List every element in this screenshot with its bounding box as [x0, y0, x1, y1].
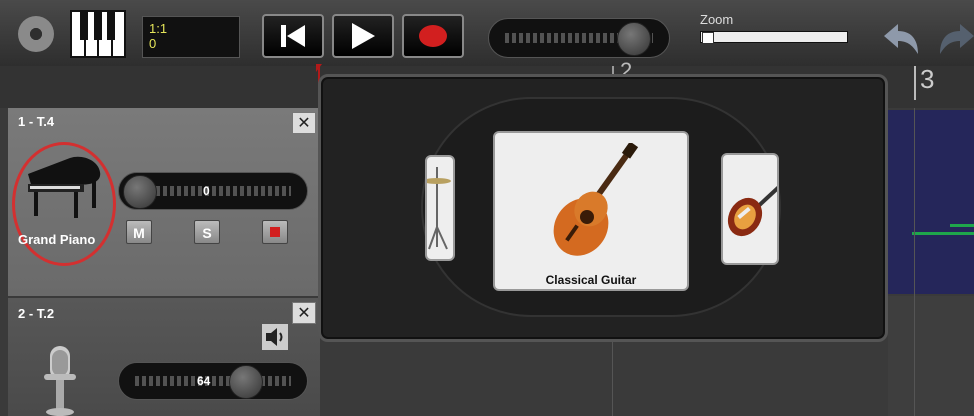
drum-kit-icon — [427, 167, 451, 250]
track-1-volume-slider[interactable]: 0 — [118, 172, 308, 210]
track-2-region[interactable] — [888, 296, 974, 416]
play-button[interactable] — [332, 14, 394, 58]
toolbar: 1:1 0 Zoom — [0, 0, 974, 66]
play-icon — [352, 23, 375, 49]
zoom-slider-thumb[interactable] — [702, 32, 714, 44]
track-2-close-button[interactable]: ✕ — [292, 302, 316, 324]
track-1-record-arm-button[interactable] — [262, 220, 288, 244]
position-measure: 1:1 — [149, 21, 168, 36]
track-1-region[interactable] — [888, 110, 974, 294]
grand-piano-icon — [28, 156, 101, 218]
instrument-name: Grand Piano — [18, 232, 96, 247]
master-volume-slider[interactable] — [488, 18, 670, 58]
instrument-picker-dialog[interactable]: Classical Guitar — [318, 74, 888, 342]
record-button[interactable] — [402, 14, 464, 58]
track-1-mute-button[interactable]: M — [126, 220, 152, 244]
track-1-name: 1 - T.4 — [18, 114, 55, 129]
rewind-icon — [281, 25, 305, 47]
track-1-close-button[interactable]: ✕ — [292, 112, 316, 134]
zoom-slider[interactable] — [700, 31, 848, 43]
track-1-volume-knob[interactable] — [123, 175, 157, 209]
close-icon: ✕ — [297, 305, 311, 322]
zoom-label: Zoom — [700, 12, 734, 27]
track-1-header[interactable]: 1 - T.4 ✕ Grand Piano 0 M S — [8, 108, 320, 296]
piano-keys-icon[interactable] — [70, 10, 126, 58]
classical-guitar-icon — [553, 143, 639, 256]
track-1-volume-value: 0 — [203, 184, 210, 198]
track-2-name: 2 - T.2 — [18, 306, 55, 321]
track-2-header[interactable]: 2 - T.2 ✕ 64 — [8, 298, 320, 416]
electric-bass-icon — [727, 185, 777, 237]
gear-icon[interactable] — [18, 16, 54, 52]
position-tick: 0 — [149, 36, 157, 51]
instrument-card-classical-guitar[interactable]: Classical Guitar — [493, 131, 689, 291]
close-icon: ✕ — [297, 115, 311, 132]
track-1-solo-button[interactable]: S — [194, 220, 220, 244]
instrument-card-label: Classical Guitar — [545, 273, 637, 287]
measure-marker-3: 3 — [920, 64, 935, 94]
track-2-volume-slider[interactable]: 64 — [118, 362, 308, 400]
speaker-icon[interactable] — [262, 324, 288, 350]
record-icon — [270, 227, 280, 237]
position-display: 1:1 0 — [142, 16, 240, 58]
record-icon — [419, 25, 447, 47]
midi-note[interactable] — [912, 232, 974, 235]
track-2-volume-value: 64 — [197, 374, 211, 388]
redo-icon[interactable] — [938, 22, 974, 58]
instrument-card-electric-bass[interactable] — [721, 153, 779, 265]
undo-icon[interactable] — [880, 22, 920, 58]
instrument-card-drums[interactable] — [425, 155, 455, 261]
track-2-volume-knob[interactable] — [229, 365, 263, 399]
master-volume-knob[interactable] — [617, 22, 651, 56]
midi-note[interactable] — [950, 224, 974, 227]
microphone-icon — [44, 346, 76, 416]
rewind-button[interactable] — [262, 14, 324, 58]
